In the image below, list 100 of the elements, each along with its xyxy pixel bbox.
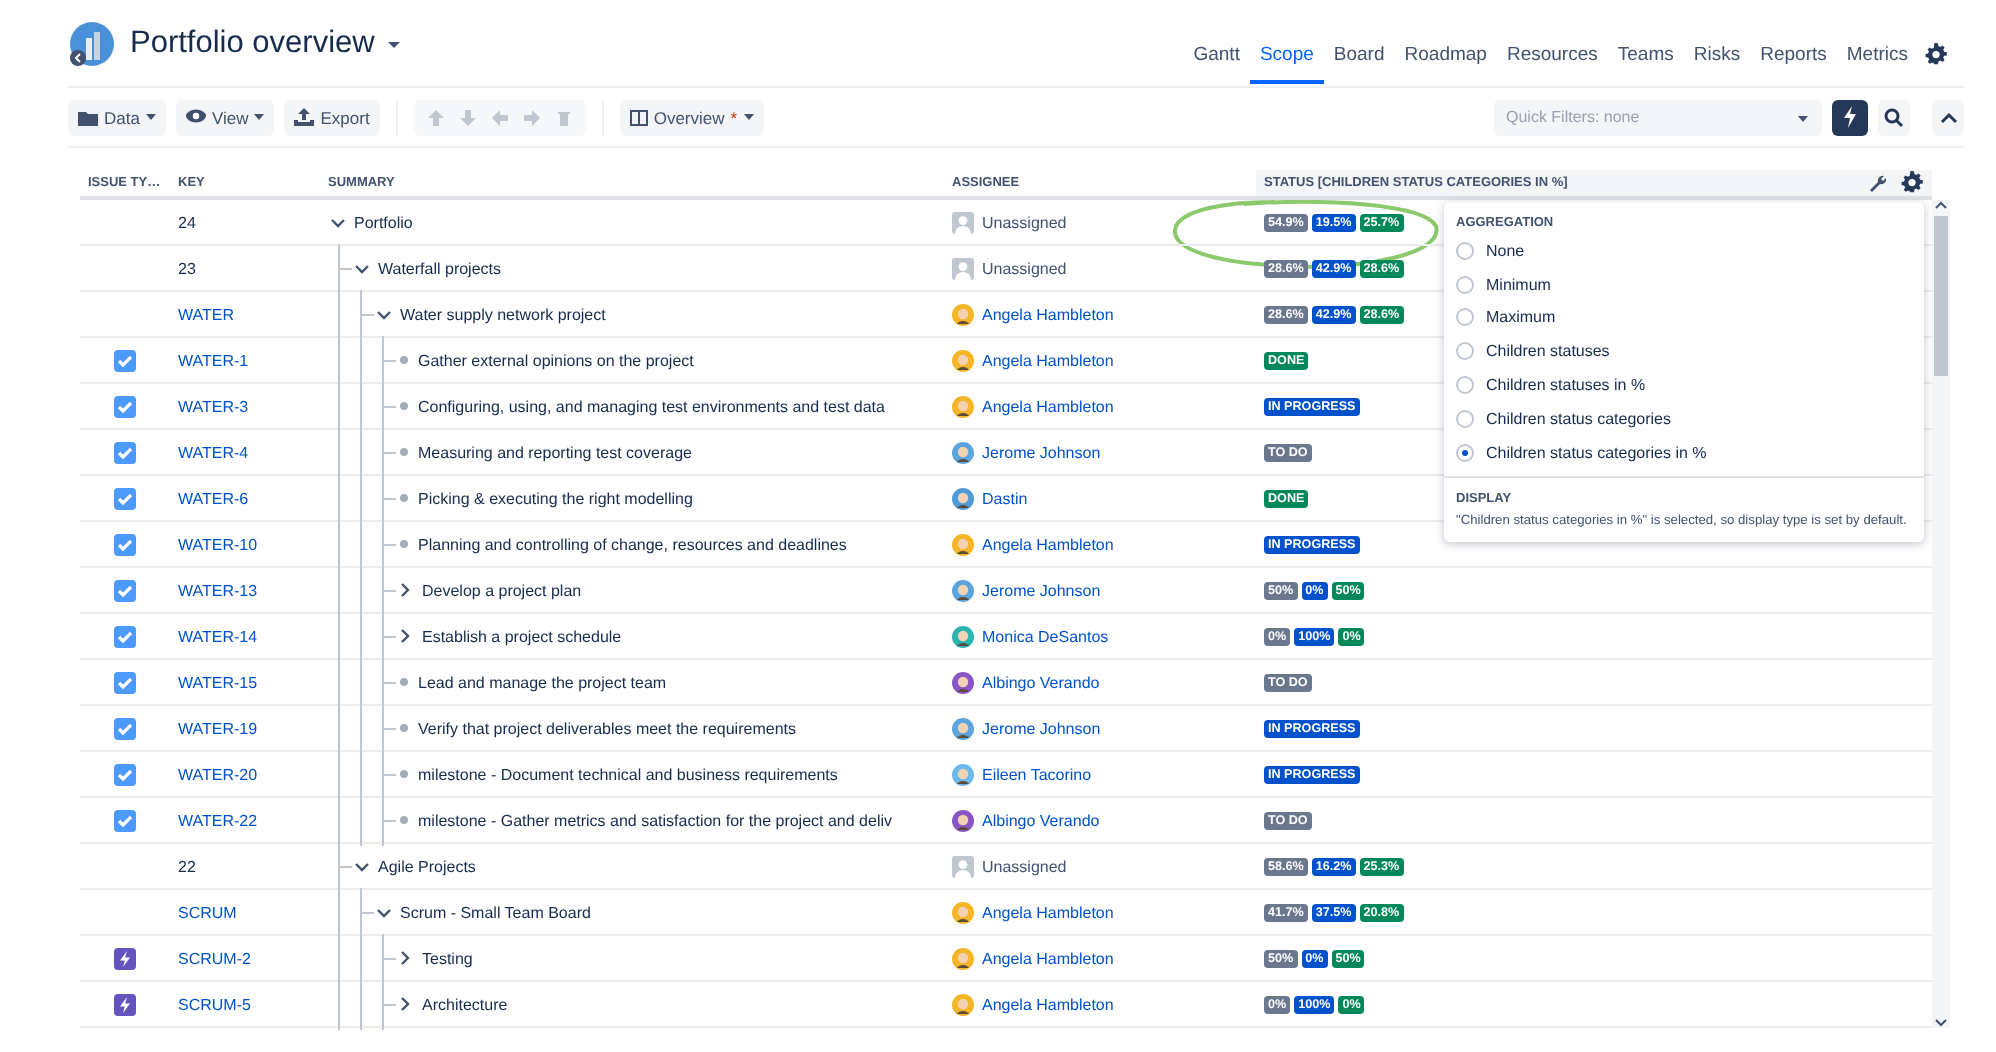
- summary-text: Develop a project plan: [422, 581, 582, 599]
- scroll-down-icon[interactable]: [1934, 1018, 1948, 1028]
- nav-tab[interactable]: Teams: [1607, 44, 1684, 84]
- radio-option[interactable]: Maximum: [1444, 301, 1924, 335]
- assignee-link[interactable]: Angela Hambleton: [982, 535, 1114, 553]
- eye-icon: [185, 108, 206, 126]
- folder-icon: [78, 108, 98, 126]
- nav-tab[interactable]: Metrics: [1836, 44, 1918, 84]
- assignee-link[interactable]: Monica DeSantos: [982, 627, 1109, 645]
- radio-option[interactable]: Children statuses: [1444, 334, 1924, 369]
- radio-button[interactable]: [1456, 275, 1474, 294]
- chevron-right-icon[interactable]: [398, 628, 414, 644]
- radio-button[interactable]: [1456, 409, 1474, 428]
- issue-key-link[interactable]: WATER-22: [178, 811, 258, 829]
- caret-icon[interactable]: [388, 41, 401, 47]
- toolbar-button[interactable]: Export: [284, 99, 380, 135]
- radio-button[interactable]: [1456, 376, 1474, 395]
- nav-tab[interactable]: Resources: [1496, 44, 1608, 84]
- chevron-down-icon[interactable]: [354, 261, 370, 275]
- chevron-down-icon[interactable]: [376, 905, 392, 919]
- search-button[interactable]: [1878, 99, 1910, 135]
- radio-option[interactable]: Children status categories in %: [1444, 435, 1924, 470]
- nav-tab[interactable]: Gantt: [1183, 44, 1250, 84]
- assignee-link[interactable]: Eileen Tacorino: [982, 765, 1092, 783]
- chevron-right-icon[interactable]: [398, 582, 414, 598]
- radio-option[interactable]: Minimum: [1444, 267, 1924, 302]
- assignee-link[interactable]: Jerome Johnson: [982, 581, 1101, 599]
- chevron-down-icon[interactable]: [376, 307, 392, 321]
- assignee-link[interactable]: Angela Hambleton: [982, 397, 1114, 415]
- assignee-link[interactable]: Dastin: [982, 489, 1028, 507]
- checkmark-square-icon: [114, 625, 136, 647]
- radio-option[interactable]: None: [1444, 234, 1924, 268]
- issue-key-link[interactable]: SCRUM-2: [178, 949, 251, 967]
- toolbar-button[interactable]: View: [175, 99, 275, 135]
- radio-button[interactable]: [1456, 443, 1474, 462]
- search-icon: [1884, 107, 1904, 127]
- radio-button[interactable]: [1456, 241, 1474, 260]
- nav-tab[interactable]: Board: [1323, 44, 1395, 84]
- chevron-down-icon[interactable]: [354, 859, 370, 873]
- chevron-right-icon[interactable]: [398, 950, 414, 966]
- scrollbar-thumb[interactable]: [1934, 216, 1948, 376]
- summary-text: milestone - Document technical and business requirements: [418, 765, 838, 783]
- assignee-link[interactable]: Angela Hambleton: [982, 305, 1114, 323]
- settings-icon[interactable]: [1900, 170, 1924, 196]
- assignee-link[interactable]: Jerome Johnson: [982, 719, 1101, 737]
- issue-key-link[interactable]: WATER-3: [178, 397, 249, 415]
- issue-key-link[interactable]: WATER-6: [178, 489, 249, 507]
- view-select-button[interactable]: Overview *: [619, 99, 764, 135]
- issue-key: 24: [178, 213, 196, 231]
- caret-icon: [1798, 115, 1808, 121]
- summary-text: Picking & executing the right modelling: [418, 489, 693, 507]
- project-avatar-icon[interactable]: [68, 20, 116, 68]
- chevron-right-icon[interactable]: [398, 996, 414, 1012]
- scroll-up-icon[interactable]: [1934, 200, 1948, 210]
- issue-key-link[interactable]: SCRUM: [178, 903, 237, 921]
- checkmark-square-icon: [114, 533, 136, 555]
- summary-text: Verify that project deliverables meet the requirements: [418, 719, 796, 737]
- checkmark-square-icon: [114, 441, 136, 463]
- issue-key-link[interactable]: WATER: [178, 305, 234, 323]
- issue-key-link[interactable]: WATER-10: [178, 535, 258, 553]
- nav-tab[interactable]: Risks: [1683, 44, 1751, 84]
- assignee-link[interactable]: Albingo Verando: [982, 811, 1100, 829]
- issue-key-link[interactable]: WATER-15: [178, 673, 258, 691]
- settings-icon[interactable]: [1924, 42, 1948, 68]
- user-avatar-icon: [952, 487, 974, 509]
- issue-key-link[interactable]: WATER-1: [178, 351, 249, 369]
- radio-button[interactable]: [1456, 342, 1474, 361]
- chevron-down-icon[interactable]: [330, 215, 346, 229]
- assignee-link[interactable]: Angela Hambleton: [982, 949, 1114, 967]
- wrench-icon[interactable]: [1868, 173, 1888, 193]
- upload-icon: [294, 108, 315, 126]
- nav-tab[interactable]: Scope: [1249, 44, 1324, 84]
- assignee-link[interactable]: Angela Hambleton: [982, 351, 1114, 369]
- user-avatar-icon: [952, 901, 974, 923]
- assignee-link[interactable]: Jerome Johnson: [982, 443, 1101, 461]
- unassigned-avatar-icon: [952, 257, 974, 279]
- issue-key-link[interactable]: SCRUM-5: [178, 995, 251, 1013]
- issue-key-link[interactable]: WATER-4: [178, 443, 249, 461]
- assignee-link[interactable]: Angela Hambleton: [982, 903, 1114, 921]
- issue-key-link[interactable]: WATER-20: [178, 765, 258, 783]
- issue-key-link[interactable]: WATER-14: [178, 627, 258, 645]
- collapse-button[interactable]: [1932, 99, 1964, 135]
- radio-button[interactable]: [1456, 308, 1474, 327]
- nav-tab[interactable]: Roadmap: [1394, 44, 1497, 84]
- scrollbar[interactable]: [1932, 200, 1950, 1028]
- issue-key-link[interactable]: WATER-19: [178, 719, 258, 737]
- issue-key-link[interactable]: WATER-13: [178, 581, 258, 599]
- lightning-button[interactable]: [1832, 99, 1868, 135]
- unassigned-avatar-icon: [952, 211, 974, 233]
- summary-text: Water supply network project: [400, 305, 606, 323]
- user-avatar-icon: [952, 441, 974, 463]
- assignee-link[interactable]: Albingo Verando: [982, 673, 1100, 691]
- assignee-link[interactable]: Angela Hambleton: [982, 995, 1114, 1013]
- radio-option[interactable]: Children status categories: [1444, 401, 1924, 436]
- toolbar-button[interactable]: Data: [68, 99, 166, 135]
- summary-text: Portfolio: [354, 213, 413, 231]
- summary-text: Agile Projects: [378, 857, 476, 875]
- radio-option[interactable]: Children statuses in %: [1444, 368, 1924, 402]
- page-title: Portfolio overview: [130, 26, 375, 62]
- nav-tab[interactable]: Reports: [1750, 44, 1837, 84]
